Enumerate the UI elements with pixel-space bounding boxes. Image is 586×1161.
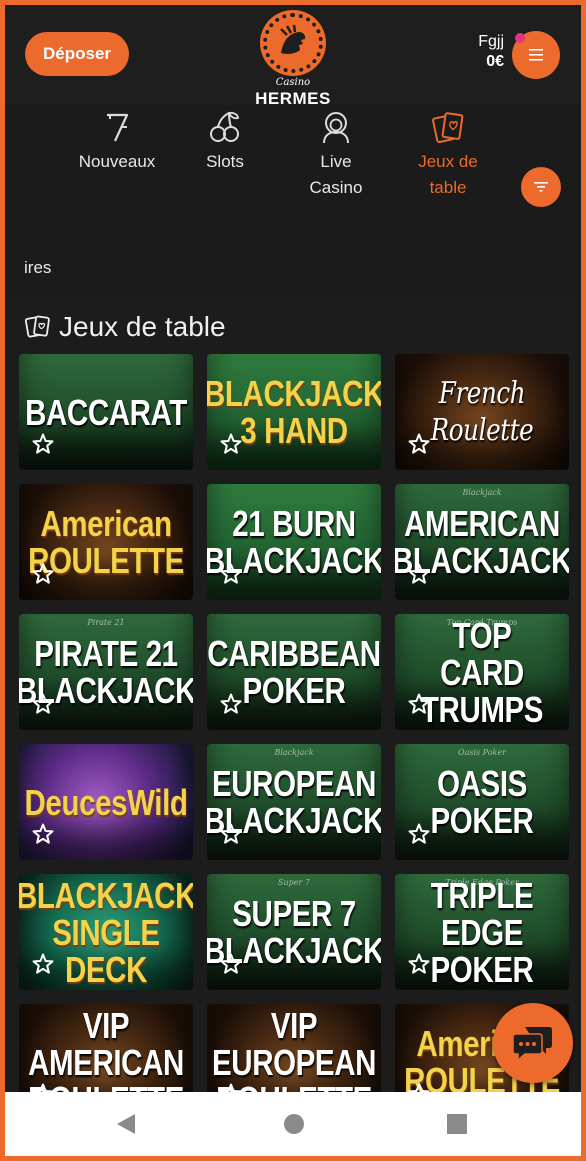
logo-casino-text: Casino (275, 77, 311, 88)
favorite-star-icon[interactable] (407, 432, 431, 456)
game-title: DeucesWild (24, 781, 188, 823)
seven-icon (107, 113, 129, 142)
game-title: American ROULETTE (28, 503, 184, 581)
game-tile[interactable]: BACCARAT (19, 354, 193, 470)
category-label: Slots (206, 152, 244, 171)
dealer-icon (323, 112, 349, 144)
category-item-jeux-de-table[interactable]: Jeux de table (407, 112, 489, 201)
balance[interactable]: 0€ (486, 53, 504, 71)
home-icon[interactable] (284, 1114, 304, 1134)
game-tile[interactable]: Super 7 SUPER 7 BLACKJACK (207, 874, 381, 990)
game-tile[interactable]: BLACKJACK SINGLE DECK (19, 874, 193, 990)
game-title: PIRATE 21 BLACKJACK (19, 633, 193, 711)
game-title: CARIBBEAN POKER (207, 633, 381, 711)
game-title: 21 BURN BLACKJACK (207, 503, 381, 581)
favorite-star-icon[interactable] (407, 562, 431, 586)
game-title: BACCARAT (25, 391, 187, 433)
game-title: VIP AMERICAN ROULETTE (28, 1004, 184, 1093)
casino-logo[interactable]: Casino HERMES (251, 13, 335, 108)
game-tile[interactable]: Oasis Poker OASIS POKER (395, 744, 569, 860)
game-tile[interactable]: 21 BURN BLACKJACK (207, 484, 381, 600)
favorite-star-icon[interactable] (407, 1082, 431, 1092)
game-title: BLACKJACK 3 HAND (207, 373, 381, 451)
category-label: ires (24, 258, 52, 277)
hamburger-icon (529, 49, 543, 61)
game-title: BLACKJACK SINGLE DECK (19, 874, 193, 990)
game-title: French Roulette (430, 376, 534, 448)
chat-button[interactable] (493, 1003, 573, 1083)
app-frame: Déposer Casino HERMES Fgjj 0€ ires Nouve… (5, 5, 581, 1092)
favorite-star-icon[interactable] (219, 952, 243, 976)
section-title: Jeux de table (25, 310, 226, 344)
android-nav-bar (5, 1092, 581, 1156)
game-title: TRIPLE EDGE POKER (430, 874, 534, 990)
game-tile[interactable]: BLACKJACK 3 HAND (207, 354, 381, 470)
favorite-star-icon[interactable] (31, 952, 55, 976)
deposit-button[interactable]: Déposer (25, 32, 129, 76)
game-tile[interactable]: Blackjack EUROPEAN BLACKJACK (207, 744, 381, 860)
favorite-star-icon[interactable] (31, 562, 55, 586)
game-tile[interactable]: CARIBBEAN POKER (207, 614, 381, 730)
game-tile[interactable]: VIP EUROPEAN ROULETTE (207, 1004, 381, 1092)
favorite-star-icon[interactable] (219, 562, 243, 586)
category-label: Nouveaux (78, 152, 156, 171)
category-label: Jeux de table (418, 152, 478, 197)
recents-icon[interactable] (447, 1114, 467, 1134)
favorite-star-icon[interactable] (219, 822, 243, 846)
hermes-head-icon (263, 13, 323, 73)
section-title-text: Jeux de table (59, 311, 226, 342)
favorite-star-icon[interactable] (407, 692, 431, 716)
category-item-partial[interactable]: ires (24, 255, 51, 281)
back-icon[interactable] (115, 1112, 137, 1136)
game-tile[interactable]: Top Card Trumps TOP CARD TRUMPS (395, 614, 569, 730)
game-title: SUPER 7 BLACKJACK (207, 893, 381, 971)
header: Déposer Casino HERMES Fgjj 0€ (5, 5, 581, 108)
favorite-star-icon[interactable] (219, 692, 243, 716)
favorite-star-icon[interactable] (31, 692, 55, 716)
cherries-icon (210, 111, 239, 142)
game-tile[interactable]: DeucesWild (19, 744, 193, 860)
game-title: EUROPEAN BLACKJACK (207, 763, 381, 841)
game-title: AMERICAN BLACKJACK (395, 503, 569, 581)
favorite-star-icon[interactable] (31, 432, 55, 456)
chat-icon (513, 1027, 552, 1061)
game-tile[interactable]: Triple Edge Poker TRIPLE EDGE POKER (395, 874, 569, 990)
game-tile[interactable]: American ROULETTE (19, 484, 193, 600)
game-tile[interactable]: Pirate 21 PIRATE 21 BLACKJACK (19, 614, 193, 730)
filter-button[interactable] (521, 167, 561, 207)
filter-icon (534, 182, 548, 192)
username[interactable]: Fgjj (478, 33, 504, 51)
game-tile[interactable]: French Roulette (395, 354, 569, 470)
category-item-live-casino[interactable]: Live Casino (297, 112, 375, 201)
category-bar: ires Nouveaux Slots Live Casino Jeux de … (5, 105, 581, 295)
game-tile[interactable]: Blackjack AMERICAN BLACKJACK (395, 484, 569, 600)
game-title: VIP EUROPEAN ROULETTE (212, 1004, 377, 1093)
favorite-star-icon[interactable] (407, 822, 431, 846)
game-title: OASIS POKER (430, 763, 534, 841)
game-title: TOP CARD TRUMPS (420, 614, 544, 730)
notification-dot (515, 33, 525, 43)
favorite-star-icon[interactable] (219, 432, 243, 456)
cards-icon (25, 315, 50, 338)
favorite-star-icon[interactable] (407, 952, 431, 976)
cards-icon (432, 112, 464, 144)
favorite-star-icon[interactable] (31, 1082, 55, 1092)
game-tile[interactable]: VIP AMERICAN ROULETTE (19, 1004, 193, 1092)
favorite-star-icon[interactable] (219, 1082, 243, 1092)
favorite-star-icon[interactable] (31, 822, 55, 846)
category-label: Live Casino (309, 152, 363, 197)
